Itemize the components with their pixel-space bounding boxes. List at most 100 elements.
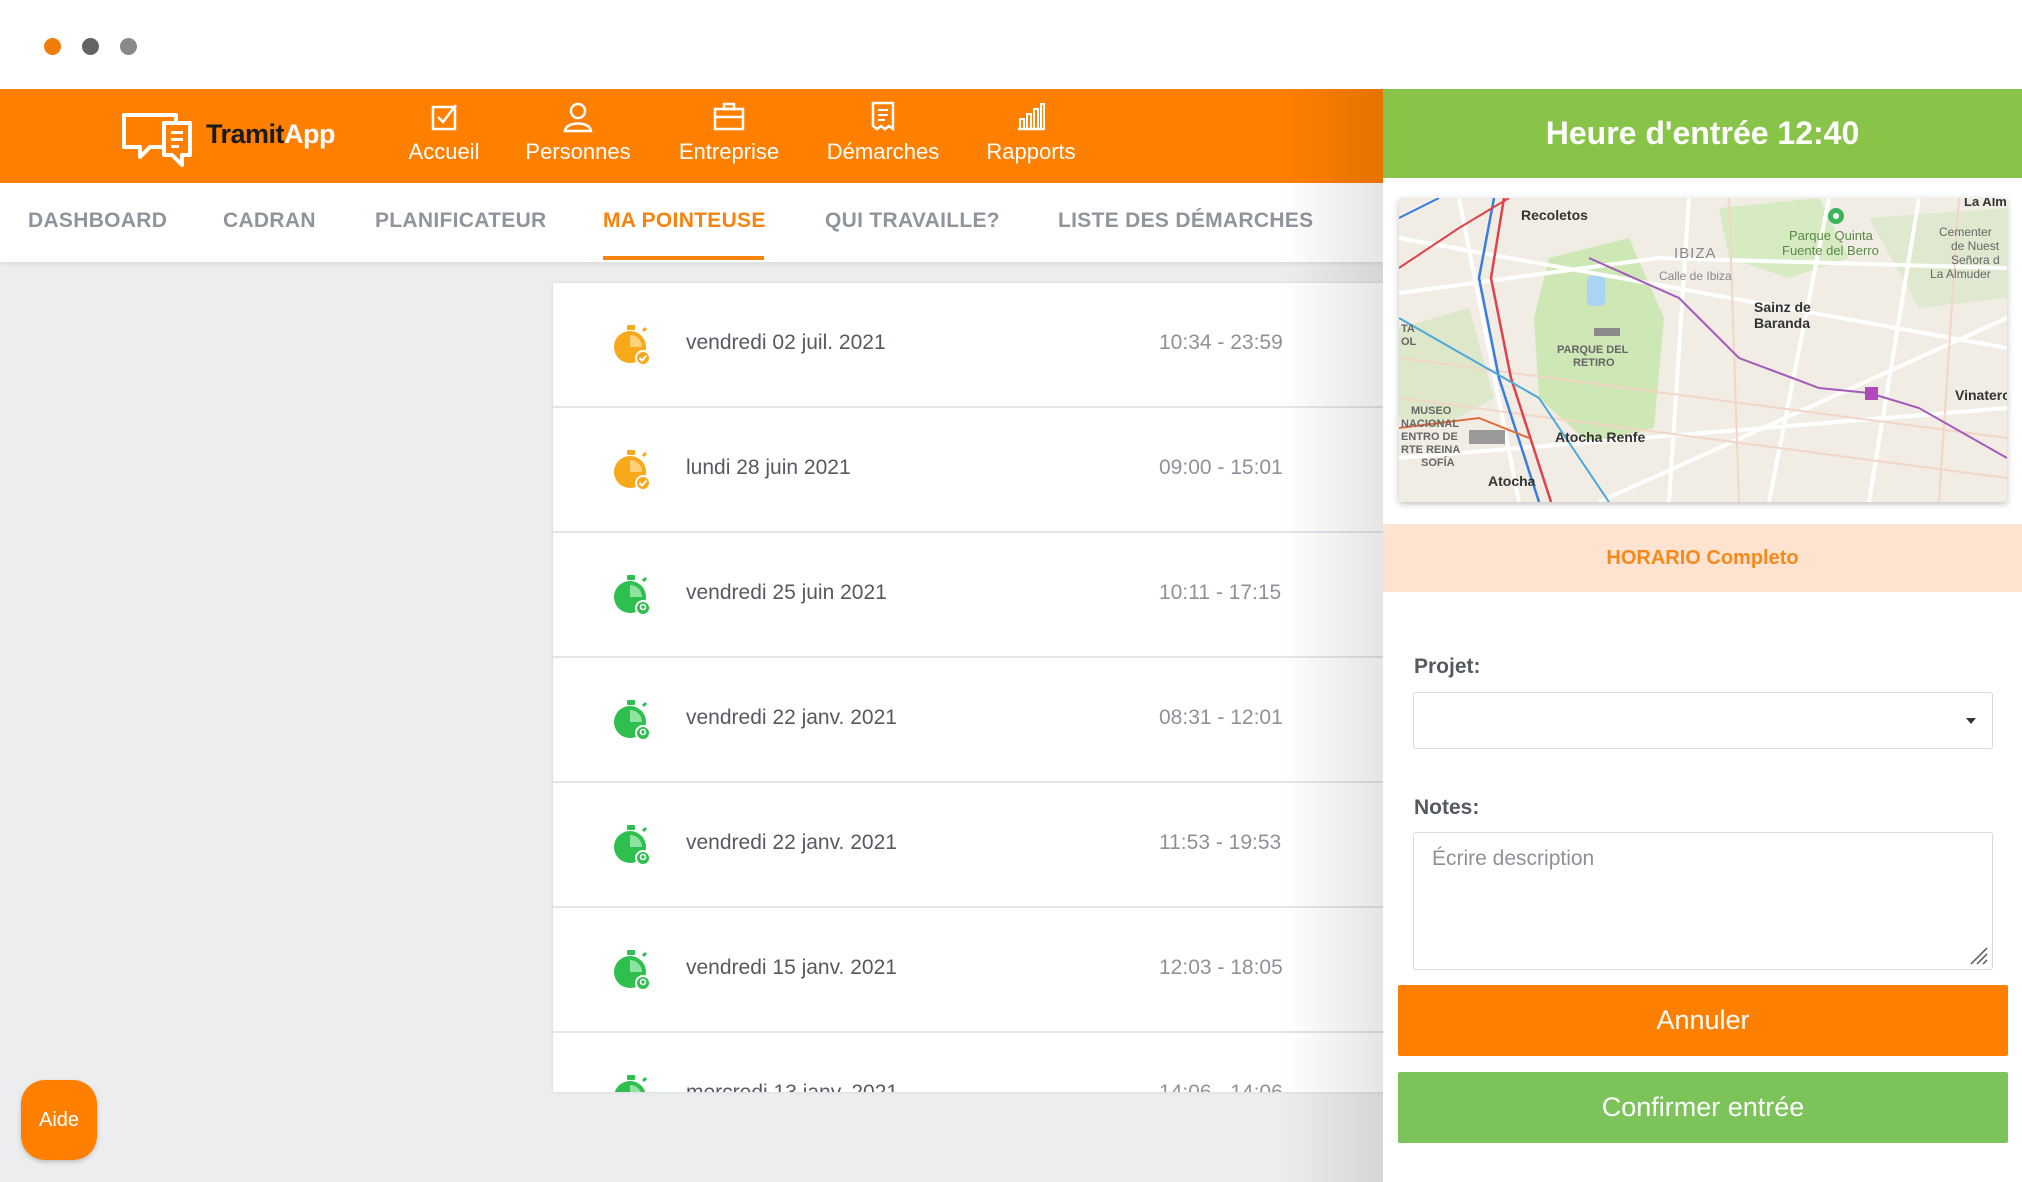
nav-accueil[interactable]: Accueil — [394, 99, 494, 175]
list-item[interactable]: lundi 28 juin 2021 09:00 - 15:01 — [553, 408, 1383, 533]
map-label: OL — [1401, 336, 1417, 348]
entry-time-range: 14:06 - 14:06 — [1159, 1081, 1283, 1092]
help-button[interactable]: Aide — [21, 1080, 97, 1160]
map-label: NACIONAL — [1401, 418, 1459, 430]
notes-label: Notes: — [1414, 796, 1480, 819]
window-titlebar — [0, 0, 2022, 89]
list-item[interactable]: mercredi 13 janv. 2021 14:06 - 14:06 — [553, 1033, 1383, 1092]
nav-entreprise[interactable]: Entreprise — [668, 99, 790, 175]
entry-date: vendredi 02 juil. 2021 — [686, 331, 886, 354]
project-select[interactable] — [1413, 692, 1993, 749]
window-maximize-button[interactable] — [120, 38, 137, 55]
pond — [1587, 276, 1605, 306]
entry-time-range: 10:11 - 17:15 — [1159, 581, 1282, 604]
map-label: RTE REINA — [1401, 444, 1460, 456]
map-label: Cementer — [1939, 225, 1992, 239]
nav-label: Accueil — [408, 139, 480, 164]
speech-bubble-logo-icon — [122, 113, 192, 167]
map-label: Calle de Ibiza — [1659, 269, 1732, 283]
nav-rapports[interactable]: Rapports — [980, 99, 1082, 175]
top-navigation-bar: TramitApp Accueil Personnes Entreprise D… — [0, 89, 1383, 183]
stopwatch-location-icon — [614, 950, 651, 991]
tramitapp-logo[interactable]: TramitApp — [120, 103, 340, 169]
tab-liste-des-demarches[interactable]: LISTE DES DÉMARCHES — [1058, 209, 1313, 233]
active-tab-indicator — [603, 256, 764, 260]
map-label: Señora d — [1951, 253, 2000, 267]
stopwatch-check-icon — [614, 450, 651, 491]
resize-handle-icon[interactable] — [1965, 942, 1989, 966]
list-item[interactable]: vendredi 22 janv. 2021 11:53 - 19:53 — [553, 783, 1383, 908]
nav-label: Personnes — [525, 139, 631, 164]
monument-icon — [1594, 328, 1620, 336]
map-label: RETIRO — [1573, 357, 1615, 369]
nav-label: Démarches — [826, 139, 940, 164]
brand-name: TramitApp — [206, 119, 336, 149]
document-icon — [871, 101, 895, 132]
museum-icon — [1469, 430, 1505, 444]
stopwatch-location-icon — [614, 1075, 648, 1092]
map-label: Atocha Renfe — [1555, 429, 1645, 445]
sub-tabs-bar: DASHBOARD CADRAN PLANIFICATEUR MA POINTE… — [0, 183, 1383, 262]
tab-qui-travaille[interactable]: QUI TRAVAILLE? — [825, 209, 1000, 233]
window-minimize-button[interactable] — [82, 38, 99, 55]
nav-label: Entreprise — [678, 139, 780, 164]
map-label: Fuente del Berro — [1782, 243, 1879, 258]
map-label: La Almuder — [1930, 267, 1991, 281]
clock-in-panel: Heure d'entrée 12:40 Recoletos Sainz de … — [1383, 89, 2022, 1182]
nav-label: Rapports — [986, 139, 1076, 164]
map-label: Sainz de — [1754, 299, 1811, 315]
map-label: IBIZA — [1674, 245, 1717, 262]
nav-demarches[interactable]: Démarches — [822, 99, 944, 175]
stopwatch-location-icon — [614, 575, 651, 616]
entry-date: mercredi 13 janv. 2021 — [686, 1081, 898, 1092]
tab-ma-pointeuse[interactable]: MA POINTEUSE — [603, 209, 766, 233]
schedule-status-banner: HORARIO Completo — [1383, 524, 2022, 592]
location-map[interactable]: Recoletos Sainz de Baranda Vinatero Atoc… — [1399, 198, 2007, 502]
bar-chart-icon — [1018, 103, 1045, 131]
list-item[interactable]: vendredi 15 janv. 2021 12:03 - 18:05 — [553, 908, 1383, 1033]
panel-title: Heure d'entrée 12:40 — [1383, 89, 2022, 178]
map-label: PARQUE DEL — [1557, 344, 1629, 356]
list-item[interactable]: vendredi 02 juil. 2021 10:34 - 23:59 — [553, 283, 1383, 408]
map-label: La Alm — [1964, 198, 2007, 209]
list-item[interactable]: vendredi 22 janv. 2021 08:31 - 12:01 — [553, 658, 1383, 783]
stopwatch-location-icon — [614, 700, 651, 741]
window-close-button[interactable] — [44, 38, 61, 55]
tab-dashboard[interactable]: DASHBOARD — [28, 209, 167, 233]
map-label: Recoletos — [1521, 207, 1588, 223]
main-content: vendredi 02 juil. 2021 10:34 - 23:59 lun… — [0, 262, 1383, 1182]
tab-cadran[interactable]: CADRAN — [223, 209, 316, 233]
map-label: SOFÍA — [1421, 456, 1455, 469]
nav-personnes[interactable]: Personnes — [518, 99, 638, 175]
entry-time-range: 09:00 - 15:01 — [1159, 456, 1283, 479]
entry-date: vendredi 22 janv. 2021 — [686, 831, 897, 854]
map-label: TA — [1401, 323, 1415, 335]
stopwatch-location-icon — [614, 825, 651, 866]
confirm-entry-button[interactable]: Confirmer entrée — [1398, 1072, 2008, 1143]
list-item[interactable]: vendredi 25 juin 2021 10:11 - 17:15 — [553, 533, 1383, 658]
entry-time-range: 08:31 - 12:01 — [1159, 706, 1283, 729]
map-label: Baranda — [1754, 315, 1810, 331]
project-label: Projet: — [1414, 655, 1481, 678]
cancel-button[interactable]: Annuler — [1398, 985, 2008, 1056]
notes-textarea[interactable]: Écrire description — [1413, 832, 1993, 970]
check-square-icon — [431, 104, 457, 131]
briefcase-icon — [713, 102, 745, 131]
map-label: MUSEO — [1411, 405, 1452, 417]
entry-time-range: 10:34 - 23:59 — [1159, 331, 1283, 354]
entry-date: vendredi 15 janv. 2021 — [686, 956, 897, 979]
map-label: ENTRO DE — [1401, 431, 1458, 443]
tab-planificateur[interactable]: PLANIFICATEUR — [375, 209, 547, 233]
metro-station-icon — [1865, 387, 1878, 400]
map-label: Vinatero — [1955, 387, 2007, 403]
entry-date: vendredi 22 janv. 2021 — [686, 706, 897, 729]
chevron-down-icon — [1966, 718, 1976, 724]
person-icon — [563, 102, 593, 133]
entry-date: vendredi 25 juin 2021 — [686, 581, 887, 604]
entry-time-range: 11:53 - 19:53 — [1159, 831, 1282, 854]
map-label: Parque Quinta — [1789, 228, 1874, 243]
entry-date: lundi 28 juin 2021 — [686, 456, 851, 479]
entry-time-range: 12:03 - 18:05 — [1159, 956, 1283, 979]
notes-placeholder: Écrire description — [1432, 847, 1595, 870]
time-entries-list: vendredi 02 juil. 2021 10:34 - 23:59 lun… — [553, 283, 1383, 1092]
